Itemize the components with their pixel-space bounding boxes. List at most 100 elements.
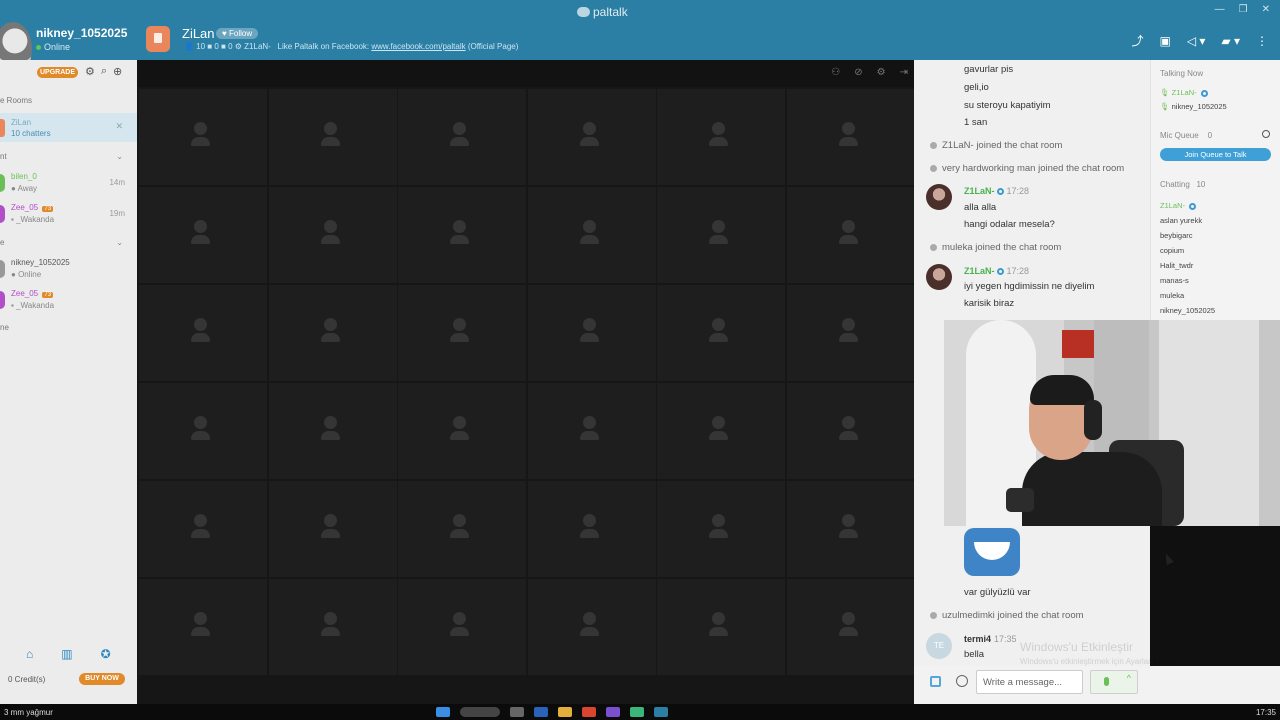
camera-slot[interactable] <box>786 285 915 381</box>
collapse-icon[interactable]: ⇥ <box>900 67 908 78</box>
camera-slot[interactable] <box>398 481 526 577</box>
paltalk-taskbar-icon[interactable] <box>654 707 668 717</box>
weather-widget[interactable]: 3 mm yağmur <box>4 708 53 717</box>
camera-slot[interactable] <box>139 89 267 185</box>
close-button[interactable]: ✕ <box>1262 4 1270 15</box>
join-queue-button[interactable]: Join Queue to Talk <box>1160 148 1271 161</box>
contact-item[interactable]: Zee_05 73 ▪ _Wakanda <box>0 287 137 315</box>
emoji-icon[interactable] <box>956 675 968 687</box>
chrome-icon[interactable] <box>582 707 596 717</box>
message-author[interactable]: termi4 <box>964 634 991 644</box>
edge-icon[interactable] <box>534 707 548 717</box>
camera-slot[interactable] <box>527 579 656 675</box>
camera-slot[interactable] <box>657 481 785 577</box>
contact-item[interactable]: Zee_05 73 ▪ _Wakanda 19m <box>0 201 137 229</box>
camera-slot[interactable] <box>657 187 785 283</box>
camera-slot[interactable] <box>268 383 397 479</box>
cam-icon[interactable]: ▰ ▾ <box>1221 34 1240 48</box>
camera-slot[interactable] <box>786 89 915 185</box>
megaphone-icon[interactable]: ◁ ▾ <box>1187 34 1206 48</box>
avatar[interactable]: TE <box>926 633 952 659</box>
camera-slot[interactable] <box>398 285 526 381</box>
chatting-user[interactable]: muleka <box>1160 291 1184 300</box>
camera-slot[interactable] <box>786 383 915 479</box>
search-icon[interactable]: ⌕ <box>101 65 107 78</box>
chevron-down-icon[interactable]: ⌄ <box>116 152 123 161</box>
camera-slot[interactable] <box>657 89 785 185</box>
camera-slot[interactable] <box>657 285 785 381</box>
chatting-user[interactable]: Halit_twdr <box>1160 261 1193 270</box>
contact-item[interactable]: nikney_1052025 ● Online <box>0 256 137 284</box>
chart-icon[interactable]: ▥ <box>61 647 72 661</box>
follow-button[interactable]: ♥ Follow <box>216 28 259 39</box>
camera-slot[interactable] <box>527 383 656 479</box>
camera-slot[interactable] <box>657 383 785 479</box>
share-icon[interactable]: ⤴ <box>1131 32 1143 49</box>
camera-slot[interactable] <box>268 89 397 185</box>
camera-slot[interactable] <box>268 187 397 283</box>
explorer-icon[interactable] <box>558 707 572 717</box>
camera-slot[interactable] <box>657 579 785 675</box>
camera-slot[interactable] <box>527 481 656 577</box>
camera-slot[interactable] <box>139 579 267 675</box>
camera-slot[interactable] <box>527 285 656 381</box>
camera-slot[interactable] <box>268 285 397 381</box>
camera-slot[interactable] <box>527 89 656 185</box>
maximize-button[interactable]: ❐ <box>1239 4 1248 15</box>
gear-icon[interactable]: ⚙ <box>877 67 886 78</box>
facebook-link[interactable]: www.facebook.com/paltalk <box>371 42 465 51</box>
upgrade-button[interactable]: UPGRADE <box>37 67 78 78</box>
mic-button[interactable] <box>1090 670 1138 694</box>
camera-slot[interactable] <box>786 481 915 577</box>
camera-slot[interactable] <box>139 383 267 479</box>
message-author[interactable]: Z1LaN- <box>964 266 995 276</box>
camera-slot[interactable] <box>398 579 526 675</box>
camera-slot[interactable] <box>139 187 267 283</box>
search-icon[interactable] <box>1262 130 1270 138</box>
add-user-icon[interactable]: ⊕ <box>113 65 122 78</box>
camera-slot[interactable] <box>268 481 397 577</box>
avatar[interactable] <box>926 264 952 290</box>
camera-slot[interactable] <box>398 383 526 479</box>
buy-now-button[interactable]: BUY NOW <box>79 673 125 685</box>
more-icon[interactable]: ⋮ <box>1256 34 1268 48</box>
cam-off-icon[interactable]: ⊘ <box>854 67 862 78</box>
chatting-user[interactable]: beybigarc <box>1160 231 1193 240</box>
contact-item[interactable]: bilen_0 ● Away 14m <box>0 170 137 198</box>
chatting-user[interactable]: manas-s <box>1160 276 1189 285</box>
webcam-feed[interactable] <box>944 320 1280 526</box>
app-icon[interactable] <box>606 707 620 717</box>
chatting-user[interactable]: nikney_1052025 <box>1160 306 1215 315</box>
close-room-icon[interactable]: ✕ <box>115 121 123 132</box>
camera-slot[interactable] <box>139 481 267 577</box>
award-icon[interactable]: ✪ <box>101 647 111 661</box>
camera-slot[interactable] <box>786 187 915 283</box>
camera-slot[interactable] <box>398 89 526 185</box>
avatar[interactable] <box>926 184 952 210</box>
gift-icon[interactable]: ▣ <box>1159 34 1170 48</box>
chatting-user[interactable]: copium <box>1160 246 1184 255</box>
search-box[interactable] <box>460 707 500 717</box>
camera-slot[interactable] <box>527 187 656 283</box>
camera-slot[interactable] <box>268 579 397 675</box>
talking-user[interactable]: 🎙 nikney_1052025 <box>1160 102 1227 111</box>
message-author[interactable]: Z1LaN- <box>964 186 995 196</box>
users-icon[interactable]: ⚇ <box>831 67 840 78</box>
camera-slot[interactable] <box>139 285 267 381</box>
app-icon[interactable] <box>630 707 644 717</box>
chevron-down-icon[interactable]: ⌄ <box>116 238 123 247</box>
home-icon[interactable]: ⌂ <box>26 647 33 661</box>
start-icon[interactable] <box>436 707 450 717</box>
chatting-user[interactable]: Z1LaN- <box>1160 201 1197 210</box>
talking-user[interactable]: 🎙 Z1LaN- <box>1160 88 1208 97</box>
gear-icon[interactable]: ⚙ <box>85 65 95 78</box>
camera-slot[interactable] <box>398 187 526 283</box>
minimize-button[interactable]: — <box>1215 4 1225 15</box>
sidebar-room-zilan[interactable]: ZiLan 10 chatters ✕ <box>0 113 137 142</box>
gift-icon[interactable] <box>930 676 941 687</box>
camera-slot[interactable] <box>786 579 915 675</box>
message-input[interactable] <box>976 670 1083 694</box>
task-view-icon[interactable] <box>510 707 524 717</box>
chatting-user[interactable]: aslan yurekk <box>1160 216 1202 225</box>
user-name[interactable]: nikney_1052025 <box>36 26 127 40</box>
